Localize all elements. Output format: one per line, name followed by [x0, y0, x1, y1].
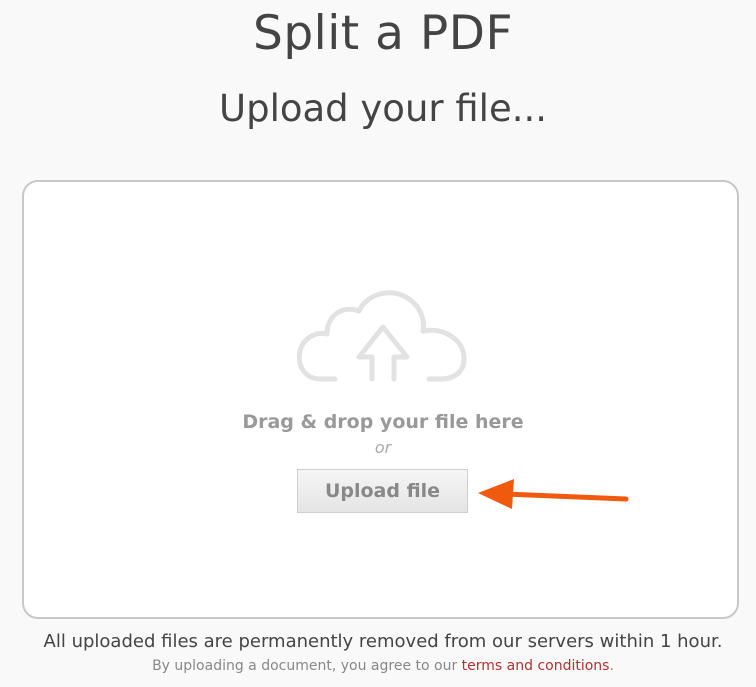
- terms-prefix: By uploading a document, you agree to ou…: [152, 658, 462, 674]
- file-removal-notice: All uploaded files are permanently remov…: [43, 631, 723, 652]
- terms-link[interactable]: terms and conditions: [462, 658, 610, 674]
- arrow-left-icon: [478, 479, 629, 509]
- page: Split a PDF Upload your file... Drag & d…: [0, 0, 756, 687]
- or-separator: or: [374, 438, 392, 457]
- file-drop-zone[interactable]: [22, 180, 739, 619]
- drag-drop-text: Drag & drop your file here: [242, 411, 524, 433]
- terms-notice: By uploading a document, you agree to ou…: [0, 656, 756, 676]
- page-subtitle: Upload your file...: [219, 87, 547, 130]
- terms-suffix: .: [609, 658, 614, 674]
- cloud-upload-icon: [297, 290, 467, 382]
- upload-file-button[interactable]: Upload file: [297, 469, 468, 513]
- page-title: Split a PDF: [253, 6, 513, 61]
